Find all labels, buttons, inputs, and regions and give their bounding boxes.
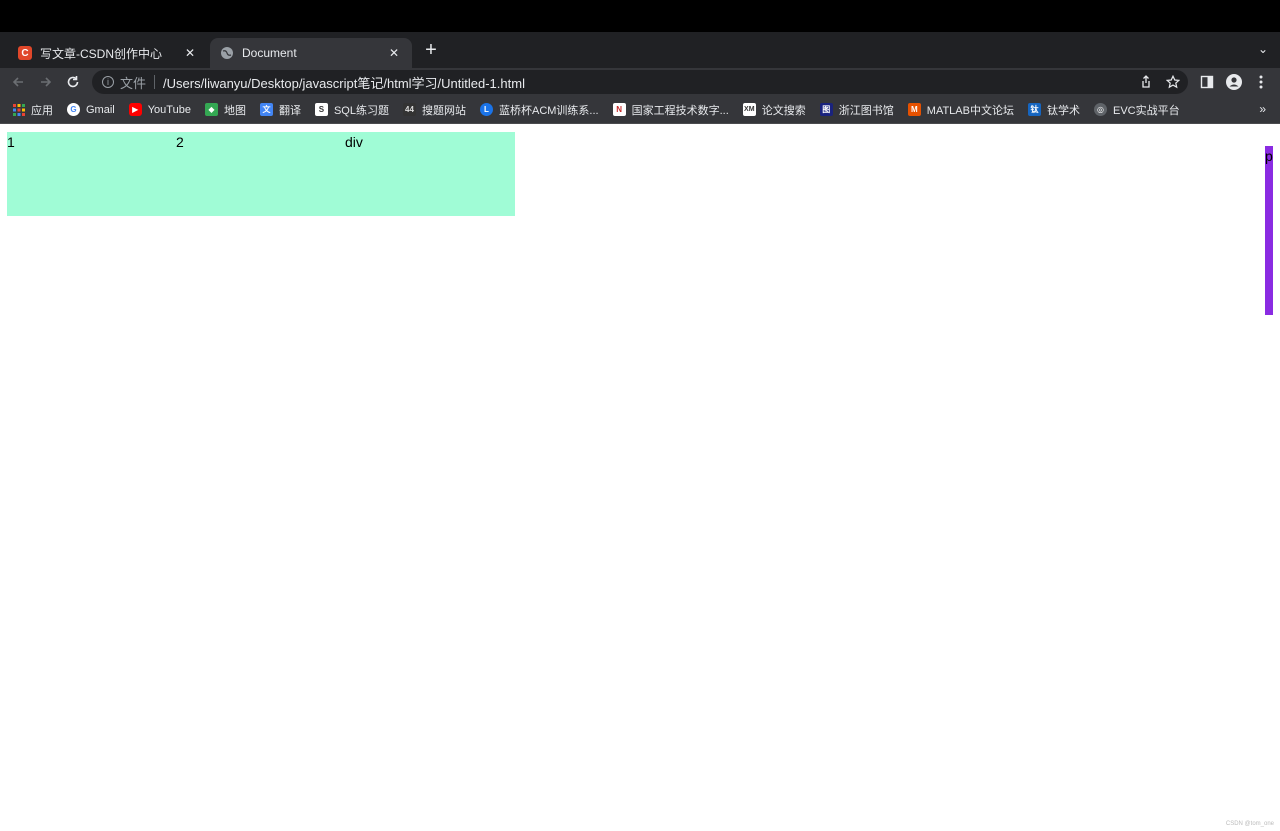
- bookmark-label: 搜题网站: [421, 104, 466, 117]
- bookmark-label: 翻译: [278, 104, 301, 117]
- bookmark-youtube[interactable]: ▶ YouTube: [128, 103, 191, 116]
- bookmark-sql[interactable]: S SQL练习题: [314, 102, 389, 118]
- globe-icon: [220, 46, 234, 60]
- bookmark-label: 钛学术: [1046, 104, 1080, 117]
- bookmark-label: 应用: [31, 104, 53, 117]
- bookmarks-bar: 应用 G Gmail ▶ YouTube ◆ 地图 文 翻译 S SQL练习题 …: [0, 96, 1280, 124]
- ngl-icon: N: [612, 103, 626, 116]
- apps-grid-icon: [12, 103, 25, 116]
- sql-icon: S: [314, 103, 328, 116]
- search-site-icon: 44: [402, 103, 416, 116]
- evc-globe-icon: ◎: [1093, 103, 1107, 116]
- bookmark-star-icon[interactable]: [1163, 72, 1183, 92]
- bookmark-lanqiao[interactable]: L 蓝桥杯ACM训练系...: [479, 102, 599, 118]
- p-element-bar: [1265, 146, 1273, 315]
- titanium-icon: 钛: [1027, 103, 1041, 116]
- kebab-menu-icon[interactable]: [1251, 72, 1271, 92]
- bookmark-label: 论文搜索: [761, 104, 806, 117]
- cell-div-text: div: [345, 134, 363, 150]
- url-text[interactable]: /Users/liwanyu/Desktop/javascript笔记/html…: [163, 73, 525, 92]
- youtube-icon: ▶: [128, 103, 142, 116]
- bookmark-ngl[interactable]: N 国家工程技术数字...: [612, 102, 729, 118]
- reload-icon[interactable]: [63, 72, 83, 92]
- bookmark-gmail[interactable]: G Gmail: [67, 103, 115, 116]
- bookmark-translate[interactable]: 文 翻译: [259, 102, 301, 118]
- flex-container-div: 1 2 div: [7, 132, 515, 216]
- translate-icon: 文: [259, 103, 273, 116]
- bookmark-evc[interactable]: ◎ EVC实战平台: [1093, 102, 1180, 118]
- xm-icon: XM: [742, 103, 756, 116]
- bookmark-label: EVC实战平台: [1112, 104, 1180, 117]
- tab-csdn[interactable]: C 写文章-CSDN创作中心 ✕: [8, 38, 208, 68]
- csdn-icon: C: [18, 46, 32, 60]
- scheme-label: 文件: [120, 75, 147, 91]
- bookmark-apps[interactable]: 应用: [12, 102, 53, 118]
- mac-menu-strip: [0, 0, 1280, 32]
- bookmark-zj-library[interactable]: 图 浙江图书馆: [819, 102, 894, 118]
- tab-title: 写文章-CSDN创作中心: [40, 46, 162, 61]
- bookmark-maps[interactable]: ◆ 地图: [204, 102, 246, 118]
- close-icon[interactable]: ✕: [182, 45, 198, 61]
- tab-search-chevron-icon[interactable]: ⌄: [1258, 42, 1268, 56]
- tab-document[interactable]: Document ✕: [210, 38, 412, 68]
- bookmark-label: MATLAB中文论坛: [926, 104, 1014, 117]
- p-element-text: p: [1265, 148, 1273, 164]
- forward-arrow-icon[interactable]: [36, 72, 56, 92]
- new-tab-button[interactable]: +: [420, 40, 442, 62]
- bookmark-matlab[interactable]: M MATLAB中文论坛: [907, 102, 1014, 118]
- bookmarks-overflow-icon[interactable]: »: [1259, 102, 1266, 116]
- bookmark-label: Gmail: [86, 103, 115, 116]
- google-icon: G: [67, 103, 80, 116]
- csdn-watermark: CSDN @tom_one: [1225, 821, 1274, 827]
- lanqiao-icon: L: [479, 103, 493, 116]
- profile-avatar-icon[interactable]: [1224, 72, 1244, 92]
- side-panel-icon[interactable]: [1197, 72, 1217, 92]
- bookmark-label: 国家工程技术数字...: [631, 104, 729, 117]
- bookmark-paper-search[interactable]: XM 论文搜索: [742, 102, 806, 118]
- bookmark-label: 浙江图书馆: [838, 104, 894, 117]
- bookmark-titanium[interactable]: 钛 钛学术: [1027, 102, 1080, 118]
- info-icon[interactable]: i: [102, 76, 114, 88]
- divider: [154, 75, 156, 89]
- cell-2-text: 2: [176, 134, 184, 150]
- bookmark-label: 地图: [223, 104, 246, 117]
- cell-1-text: 1: [7, 134, 15, 150]
- page-viewport: 1 2 div p CSDN @tom_one: [0, 125, 1280, 831]
- back-arrow-icon[interactable]: [8, 72, 28, 92]
- browser-toolbar: i 文件 /Users/liwanyu/Desktop/javascript笔记…: [0, 68, 1280, 96]
- tab-title: Document: [242, 46, 297, 60]
- library-icon: 图: [819, 103, 833, 116]
- bookmark-search-site[interactable]: 44 搜题网站: [402, 102, 466, 118]
- matlab-icon: M: [907, 103, 921, 116]
- bookmark-label: SQL练习题: [333, 104, 389, 117]
- bookmark-label: 蓝桥杯ACM训练系...: [498, 104, 599, 117]
- tab-strip: C 写文章-CSDN创作中心 ✕ Document ✕: [0, 32, 1280, 68]
- bookmark-label: YouTube: [147, 103, 191, 116]
- close-icon[interactable]: ✕: [386, 45, 402, 61]
- share-icon[interactable]: [1136, 72, 1156, 92]
- address-bar[interactable]: i 文件 /Users/liwanyu/Desktop/javascript笔记…: [92, 70, 1188, 94]
- maps-icon: ◆: [204, 103, 218, 116]
